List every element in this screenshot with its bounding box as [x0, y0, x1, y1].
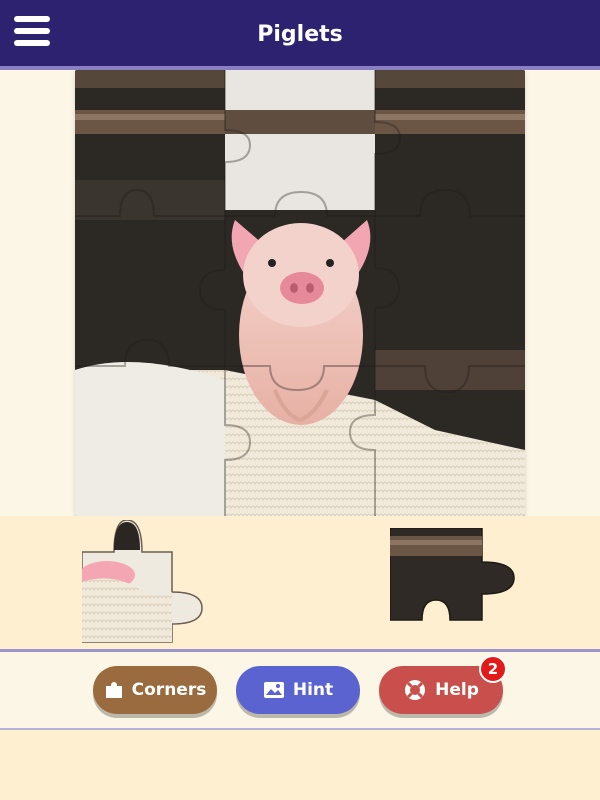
image-icon — [263, 682, 284, 698]
corners-button[interactable]: Corners — [93, 666, 217, 714]
page-title: Piglets — [257, 22, 343, 47]
hint-button[interactable]: Hint — [236, 666, 360, 714]
life-ring-icon — [405, 680, 426, 700]
puzzle-piece-image — [389, 527, 515, 621]
help-count-badge: 2 — [479, 655, 507, 683]
bottom-area — [0, 730, 600, 800]
corners-label: Corners — [131, 680, 207, 700]
tray-piece-2[interactable] — [389, 527, 515, 632]
puzzle-board[interactable] — [75, 70, 525, 516]
puzzle-piece-image — [79, 519, 203, 643]
puzzle-image — [75, 70, 525, 516]
hint-label: Hint — [292, 680, 334, 700]
puzzle-piece-icon — [105, 682, 122, 698]
help-label: Help — [435, 680, 479, 700]
tray-piece-1[interactable] — [79, 519, 207, 649]
